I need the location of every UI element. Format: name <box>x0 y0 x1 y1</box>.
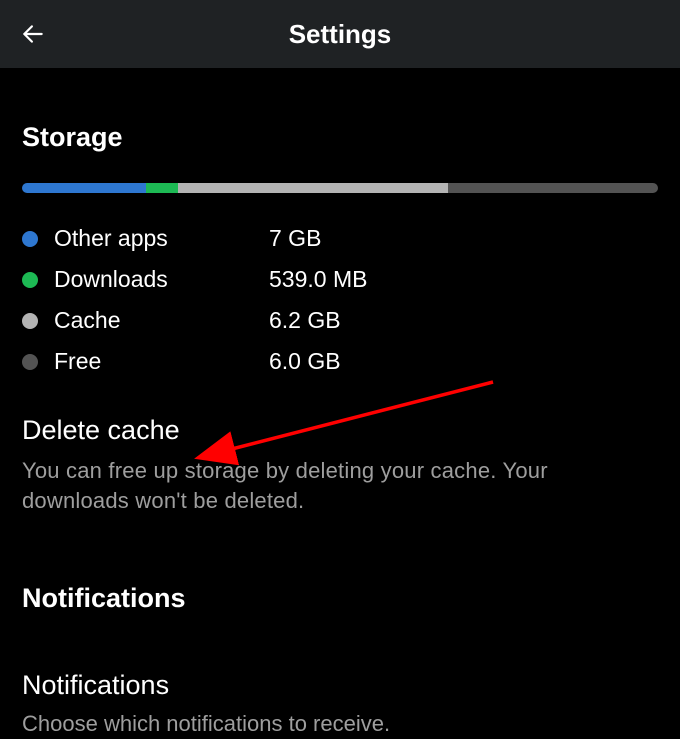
legend-value: 6.2 GB <box>269 309 341 332</box>
delete-cache-description: You can free up storage by deleting your… <box>22 456 658 515</box>
legend-value: 539.0 MB <box>269 268 367 291</box>
legend-row: Downloads539.0 MB <box>22 268 658 291</box>
bar-segment-downloads <box>146 183 178 193</box>
legend-row: Cache6.2 GB <box>22 309 658 332</box>
legend-value: 6.0 GB <box>269 350 341 373</box>
legend-label: Other apps <box>54 227 269 250</box>
arrow-left-icon <box>20 21 46 47</box>
notifications-item[interactable]: Notifications Choose which notifications… <box>22 670 658 739</box>
storage-usage-bar <box>22 183 658 193</box>
legend-label: Free <box>54 350 269 373</box>
bar-segment-free <box>448 183 658 193</box>
legend-value: 7 GB <box>269 227 321 250</box>
legend-label: Downloads <box>54 268 269 291</box>
legend-row: Free6.0 GB <box>22 350 658 373</box>
legend-dot-icon <box>22 313 38 329</box>
legend-dot-icon <box>22 272 38 288</box>
notifications-item-description: Choose which notifications to receive. <box>22 709 658 739</box>
page-title: Settings <box>0 19 680 50</box>
notifications-heading: Notifications <box>22 583 658 614</box>
delete-cache-title: Delete cache <box>22 415 658 446</box>
storage-legend: Other apps7 GBDownloads539.0 MBCache6.2 … <box>22 227 658 373</box>
back-button[interactable] <box>18 19 48 49</box>
notifications-item-title: Notifications <box>22 670 658 701</box>
bar-segment-other-apps <box>22 183 146 193</box>
legend-dot-icon <box>22 354 38 370</box>
content-area: Storage Other apps7 GBDownloads539.0 MBC… <box>0 122 680 739</box>
delete-cache-item[interactable]: Delete cache You can free up storage by … <box>22 415 658 515</box>
bar-segment-cache <box>178 183 448 193</box>
storage-heading: Storage <box>22 122 658 153</box>
legend-dot-icon <box>22 231 38 247</box>
legend-label: Cache <box>54 309 269 332</box>
legend-row: Other apps7 GB <box>22 227 658 250</box>
header-bar: Settings <box>0 0 680 68</box>
